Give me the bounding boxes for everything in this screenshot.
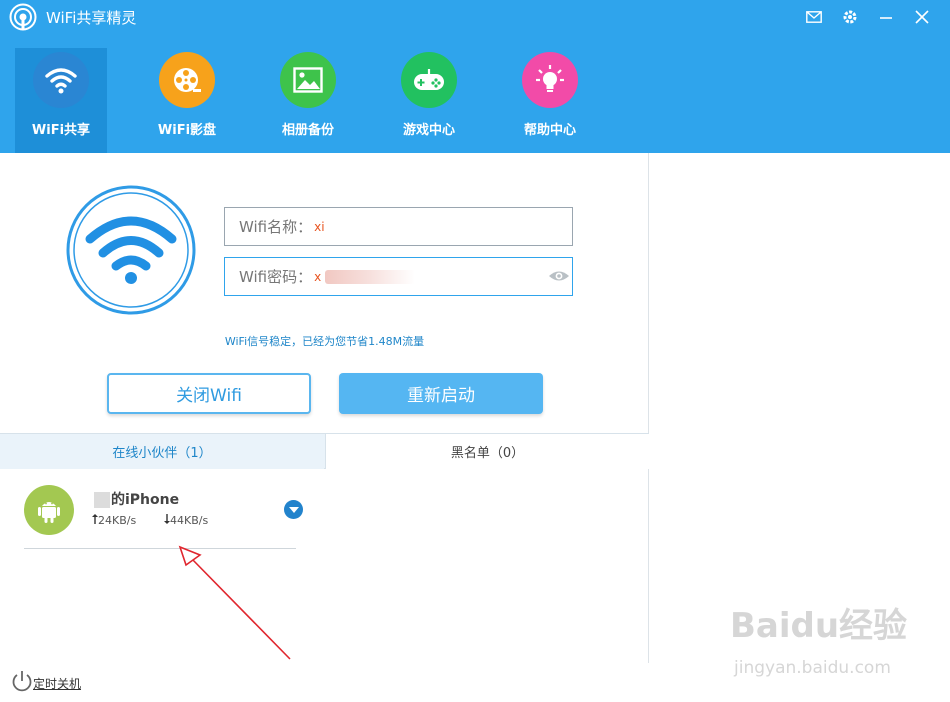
nav-item-wifi-disk[interactable]: WiFi影盘 xyxy=(137,48,237,153)
header: WiFi共享精灵 WiFi共享 WiFi影盘 相册备份 游戏中心 帮助中心 xyxy=(0,0,950,153)
annotation-arrow xyxy=(178,545,291,660)
wifi-status-icon xyxy=(66,185,196,315)
minimize-icon[interactable] xyxy=(874,5,898,29)
eye-icon[interactable] xyxy=(548,268,570,284)
close-wifi-button[interactable]: 关闭Wifi xyxy=(107,373,311,414)
nav-label: 相册备份 xyxy=(281,123,334,138)
nav-item-photo-backup[interactable]: 相册备份 xyxy=(258,48,358,153)
chevron-down-icon[interactable] xyxy=(284,500,303,519)
app-logo-icon xyxy=(9,3,37,31)
power-icon[interactable] xyxy=(11,670,33,692)
footer: 定时关机 xyxy=(0,663,649,702)
redacted-owner xyxy=(94,492,110,508)
film-reel-icon xyxy=(159,52,215,108)
device-tabs: 在线小伙伴（1） 黑名单（0） xyxy=(0,433,649,469)
restart-button[interactable]: 重新启动 xyxy=(339,373,543,414)
download-speed: 44KB/s xyxy=(164,514,208,527)
list-item-device: 的iPhone 24KB/s 44KB/s xyxy=(24,485,304,549)
nav-item-help-center[interactable]: 帮助中心 xyxy=(500,48,600,153)
nav-item-game-center[interactable]: 游戏中心 xyxy=(379,48,479,153)
close-icon[interactable] xyxy=(910,5,934,29)
watermark-brand: Baidu经验 xyxy=(730,606,908,646)
gamepad-icon xyxy=(401,52,457,108)
main-nav: WiFi共享 WiFi影盘 相册备份 游戏中心 帮助中心 xyxy=(0,34,620,153)
redacted-password xyxy=(325,269,416,284)
mail-icon[interactable] xyxy=(802,5,826,29)
title-bar: WiFi共享精灵 xyxy=(0,0,950,34)
wifi-name-value: xi xyxy=(314,219,325,234)
wifi-password-value: x xyxy=(314,269,322,284)
app-window: WiFi共享精灵 WiFi共享 WiFi影盘 相册备份 游戏中心 帮助中心 Wi… xyxy=(0,0,950,702)
wifi-password-label: Wifi密码： xyxy=(239,268,313,286)
device-name: 的iPhone xyxy=(94,489,179,509)
app-title: WiFi共享精灵 xyxy=(46,9,137,27)
tab-online-friends[interactable]: 在线小伙伴（1） xyxy=(0,434,324,469)
status-text: WiFi信号稳定，已经为您节省1.48M流量 xyxy=(224,335,425,348)
wifi-share-panel: Wifi名称： xi Wifi密码： x WiFi信号稳定，已经为您节省1.48… xyxy=(0,153,649,663)
nav-item-wifi-share[interactable]: WiFi共享 xyxy=(15,48,107,153)
nav-label: 游戏中心 xyxy=(402,123,455,138)
watermark-url: jingyan.baidu.com xyxy=(734,658,891,678)
gear-icon[interactable] xyxy=(838,5,862,29)
wifi-name-label: Wifi名称： xyxy=(239,218,313,236)
lightbulb-icon xyxy=(522,52,578,108)
wifi-icon xyxy=(33,52,89,108)
wifi-password-field[interactable]: Wifi密码： x xyxy=(224,257,573,296)
wifi-name-field[interactable]: Wifi名称： xi xyxy=(224,207,573,246)
android-icon xyxy=(24,485,74,535)
nav-label: WiFi影盘 xyxy=(157,123,217,138)
tab-blacklist[interactable]: 黑名单（0） xyxy=(325,434,649,469)
timer-shutdown-link[interactable]: 定时关机 xyxy=(33,675,81,692)
upload-speed: 24KB/s xyxy=(92,514,136,527)
nav-label: WiFi共享 xyxy=(31,123,91,138)
photo-icon xyxy=(280,52,336,108)
nav-label: 帮助中心 xyxy=(523,123,576,138)
